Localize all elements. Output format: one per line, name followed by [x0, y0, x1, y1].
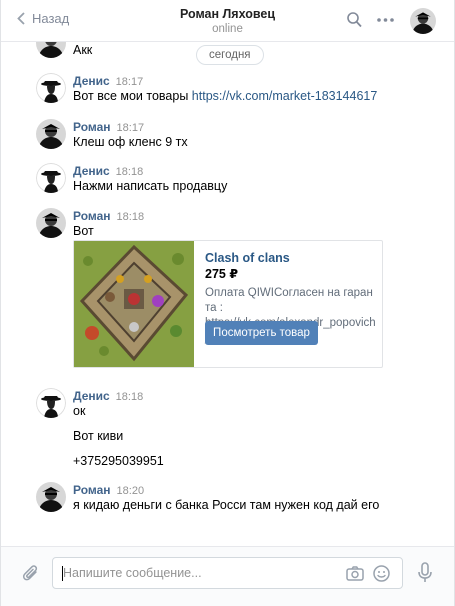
- message-input[interactable]: Напишите сообщение...: [52, 557, 403, 589]
- message-text: Вот все мои товары https://vk.com/market…: [73, 89, 378, 103]
- message-time: 18:20: [116, 485, 145, 497]
- message-time: 18:18: [115, 391, 144, 403]
- message-text: Акк: [73, 43, 93, 57]
- message-author[interactable]: Роман 18:17: [73, 120, 144, 134]
- message-time: 18:17: [116, 122, 145, 134]
- product-price: 275 ₽: [205, 267, 239, 281]
- chat-header: Назад Роман Ляховец online: [1, 0, 454, 42]
- message-time: 18:18: [115, 166, 144, 178]
- message-author[interactable]: Денис 18:17: [73, 74, 143, 88]
- back-label: Назад: [32, 11, 70, 26]
- product-title[interactable]: Clash of clans: [205, 251, 290, 265]
- message-history[interactable]: Акк сегодня Денис 18:17 Вот все мои товар…: [1, 42, 454, 546]
- message-text: Вот: [73, 224, 94, 238]
- message-text: +375295039951: [73, 454, 164, 468]
- message-text: Клеш оф кленс 9 тх: [73, 135, 188, 149]
- avatar[interactable]: [36, 119, 66, 149]
- message-text: ок: [73, 404, 86, 418]
- chevron-left-icon: [17, 12, 25, 25]
- back-button[interactable]: Назад: [17, 11, 69, 26]
- messenger-window: Назад Роман Ляховец online Акк сегодня Д…: [0, 0, 455, 606]
- more-icon[interactable]: [377, 18, 394, 22]
- avatar[interactable]: [36, 208, 66, 238]
- paperclip-icon[interactable]: [22, 564, 40, 584]
- avatar[interactable]: [36, 482, 66, 512]
- message-composer: Напишите сообщение...: [1, 546, 454, 606]
- search-icon[interactable]: [347, 12, 362, 28]
- smile-icon[interactable]: [373, 565, 390, 582]
- contact-avatar[interactable]: [410, 8, 436, 34]
- product-image: [74, 241, 194, 367]
- message-input-placeholder: Напишите сообщение...: [63, 566, 202, 580]
- message-text: я кидаю деньги с банка Росси там нужен к…: [73, 498, 380, 512]
- market-link[interactable]: https://vk.com/market-183144617: [192, 89, 378, 103]
- message-author[interactable]: Роман 18:18: [73, 209, 144, 223]
- avatar[interactable]: [36, 388, 66, 418]
- message-time: 18:18: [116, 211, 145, 223]
- microphone-icon[interactable]: [417, 562, 433, 584]
- message-author[interactable]: Роман 18:20: [73, 483, 144, 497]
- avatar[interactable]: [36, 42, 66, 58]
- view-product-button[interactable]: Посмотреть товар: [205, 321, 318, 345]
- date-divider: сегодня: [196, 45, 264, 65]
- avatar[interactable]: [36, 73, 66, 103]
- message-text: Вот киви: [73, 429, 124, 443]
- message-author[interactable]: Денис 18:18: [73, 389, 143, 403]
- product-card[interactable]: Clash of clans 275 ₽ Оплата QIWIСогласен…: [73, 240, 383, 368]
- message-time: 18:17: [115, 76, 144, 88]
- camera-icon[interactable]: [346, 566, 364, 581]
- message-author[interactable]: Денис 18:18: [73, 164, 143, 178]
- message-text: Нажми написать продавцу: [73, 179, 228, 193]
- avatar[interactable]: [36, 163, 66, 193]
